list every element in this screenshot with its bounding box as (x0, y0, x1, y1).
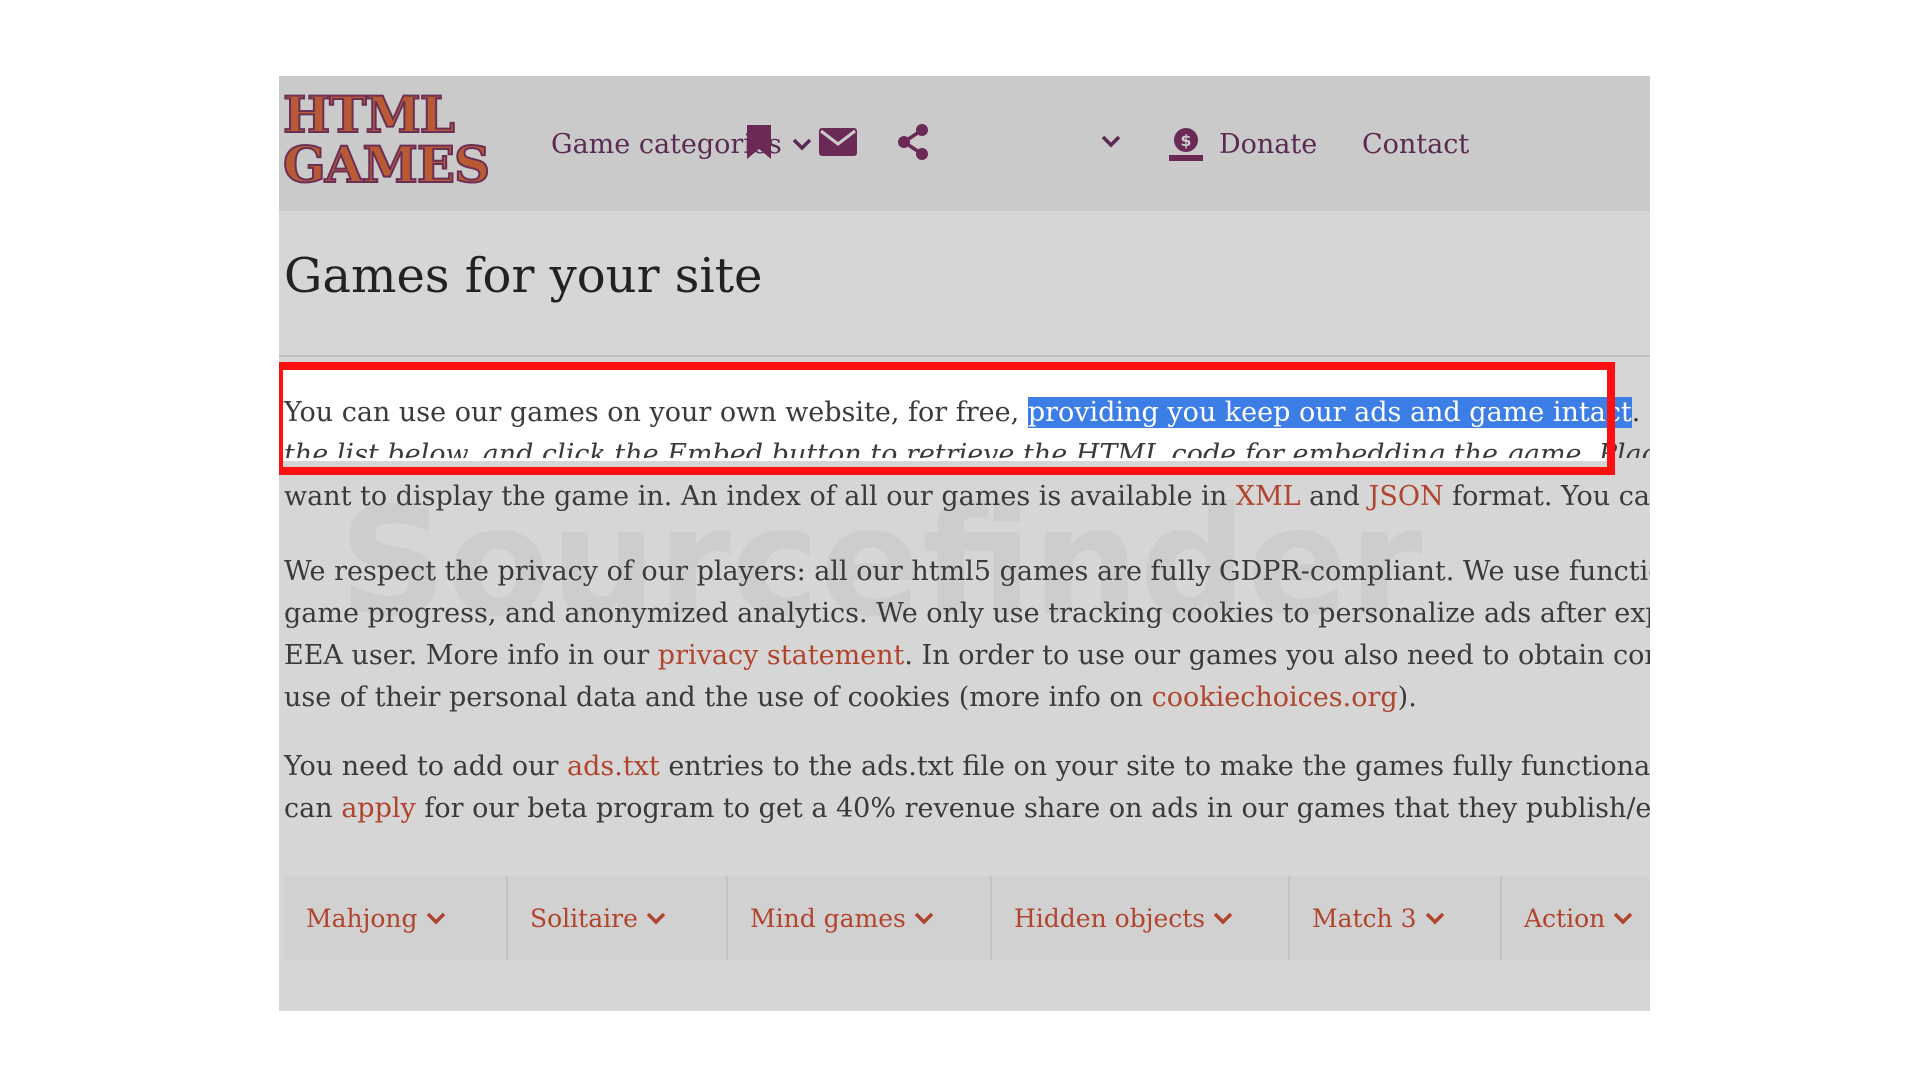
page-title: Games for your site (284, 248, 763, 304)
privacy-statement-link[interactable]: privacy statement (658, 640, 905, 671)
ads-text: You need to add our (284, 751, 567, 782)
tab-hidden-objects[interactable]: Hidden objects (992, 876, 1290, 960)
privacy-paragraph: We respect the privacy of our players: a… (284, 551, 1650, 719)
tab-label: Action (1524, 903, 1606, 933)
tab-label: Mind games (750, 903, 906, 933)
share-icon[interactable] (897, 124, 929, 160)
privacy-line-4: use of their personal data and the use o… (284, 677, 1650, 719)
bookmark-icon[interactable] (746, 124, 772, 160)
ads-text: can (284, 793, 342, 824)
ads-line-1: You need to add our ads.txt entries to t… (284, 746, 1650, 788)
intro-text: the list below, and click the Embed butt… (284, 439, 1650, 458)
privacy-line-2: game progress, and anonymized analytics.… (284, 598, 1650, 629)
ads-text: for our beta program to get a 40% revenu… (415, 793, 1650, 824)
chevron-down-icon (426, 912, 445, 925)
intro-line-3: want to display the game in. An index of… (284, 476, 1650, 518)
divider (279, 355, 1650, 357)
chevron-down-icon (1425, 912, 1444, 925)
nav-contact-label: Contact (1362, 128, 1470, 160)
nav-game-categories[interactable]: Game categories (551, 120, 812, 168)
privacy-line-1: We respect the privacy of our players: a… (284, 556, 1650, 587)
chevron-down-icon (1213, 912, 1233, 925)
intro-text: want to display the game in. An index of… (284, 481, 1236, 512)
xml-link[interactable]: XML (1236, 481, 1301, 512)
chevron-down-icon (914, 912, 934, 925)
privacy-text: use of their personal data and the use o… (284, 682, 1152, 713)
logo-line-2: GAMES (282, 135, 491, 194)
intro-line-2: the list below, and click the Embed butt… (284, 434, 1650, 458)
category-tabs: Mahjong Solitaire Mind games Hidden obje… (284, 876, 1650, 960)
intro-paragraph: You can use our games on your own websit… (284, 392, 1650, 518)
ads-text: entries to the ads.txt file on your site… (659, 751, 1650, 782)
cookiechoices-link[interactable]: cookiechoices.org (1152, 682, 1398, 713)
ads-txt-link[interactable]: ads.txt (567, 751, 660, 782)
tab-mind-games[interactable]: Mind games (728, 876, 992, 960)
selected-text[interactable]: providing you keep our ads and game inta… (1027, 397, 1632, 428)
intro-text: . Pick th (1631, 397, 1650, 428)
tab-mahjong[interactable]: Mahjong (284, 876, 508, 960)
intro-text: format. You can also (1452, 481, 1650, 512)
intro-text: You can use our games on your own websit… (284, 397, 1028, 428)
privacy-line-3: EEA user. More info in our privacy state… (284, 635, 1650, 677)
tab-label: Hidden objects (1014, 903, 1206, 933)
site-logo[interactable]: HTML GAMES (282, 85, 523, 200)
chevron-down-icon (792, 138, 812, 151)
tab-match-3[interactable]: Match 3 (1290, 876, 1502, 960)
chevron-down-icon (646, 912, 666, 925)
json-link[interactable]: JSON (1369, 481, 1444, 512)
intro-text: and (1300, 481, 1369, 512)
mail-icon[interactable] (819, 128, 857, 156)
tab-label: Solitaire (530, 903, 638, 933)
tab-action[interactable]: Action (1502, 876, 1650, 960)
tab-label: Match 3 (1312, 903, 1417, 933)
tab-label: Mahjong (306, 903, 418, 933)
chevron-down-icon[interactable] (1101, 134, 1121, 148)
chevron-down-icon (1614, 912, 1633, 925)
ads-line-2: can apply for our beta program to get a … (284, 788, 1650, 830)
ads-paragraph: You need to add our ads.txt entries to t… (284, 746, 1650, 830)
logo-line-1: HTML (282, 85, 456, 144)
nav-donate[interactable]: $ Donate (1167, 120, 1317, 168)
nav-contact[interactable]: Contact (1362, 120, 1469, 168)
screenshot: HTML GAMES Game categories $ Donate Cont… (279, 76, 1650, 1011)
donate-icon: $ (1169, 128, 1203, 161)
privacy-text: EEA user. More info in our (284, 640, 658, 671)
tab-solitaire[interactable]: Solitaire (508, 876, 728, 960)
svg-text:$: $ (1180, 131, 1191, 150)
apply-link[interactable]: apply (341, 793, 416, 824)
nav-donate-label: Donate (1219, 128, 1318, 160)
intro-line-1: You can use our games on your own websit… (284, 392, 1650, 434)
site-header: HTML GAMES Game categories $ Donate Cont… (279, 76, 1650, 211)
privacy-text: . In order to use our games you also nee… (904, 640, 1650, 671)
privacy-text: ). (1397, 682, 1417, 713)
